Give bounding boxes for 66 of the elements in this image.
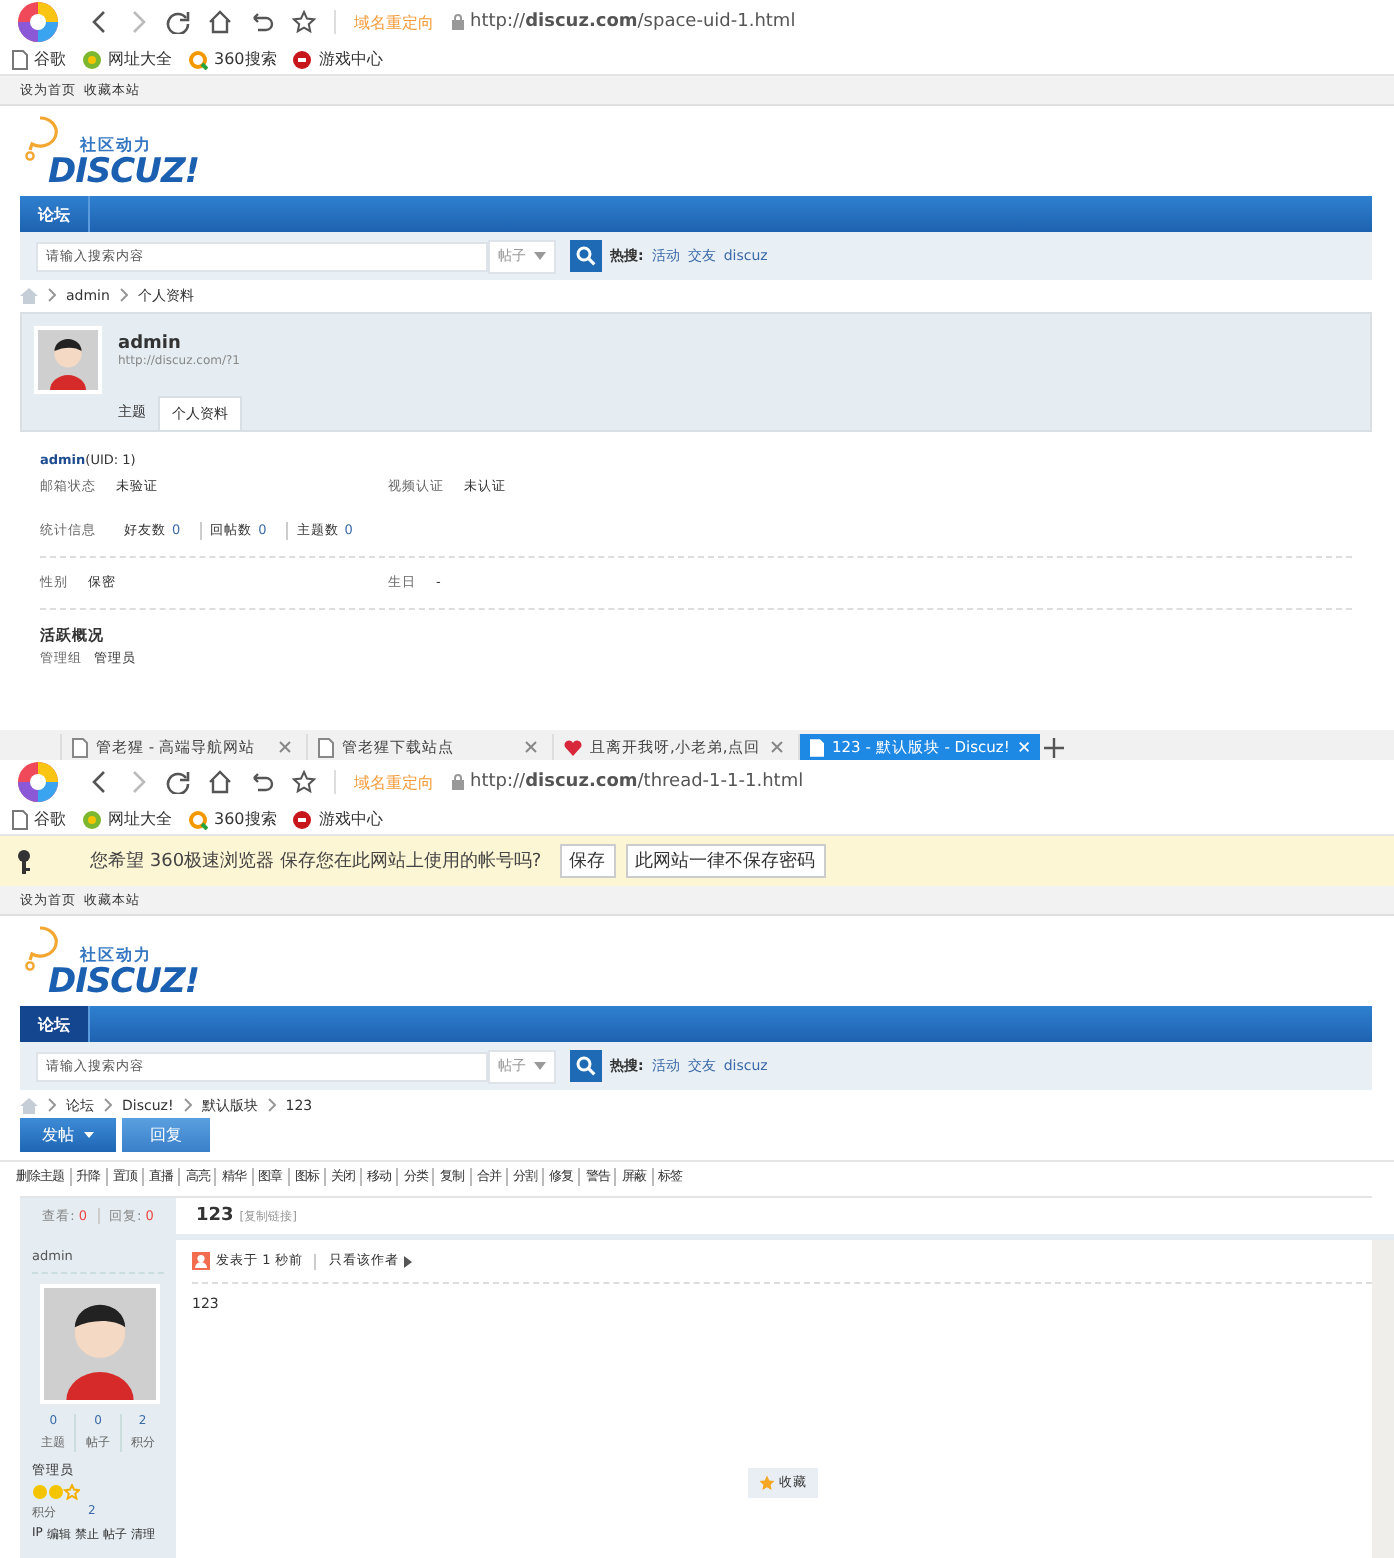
bookmark-link[interactable]: 谷歌: [34, 808, 66, 830]
logo-wordmark: DISCUZ!: [48, 966, 200, 998]
back-icon[interactable]: [90, 770, 110, 794]
page-icon: [12, 809, 28, 829]
password-prompt-message: 您希望 360极速浏览器 保存您在此网站上使用的帐号吗?: [90, 849, 542, 874]
page-icon: [12, 49, 28, 69]
thread-title: 123: [196, 1206, 234, 1226]
chevron-icon: [104, 1098, 112, 1112]
prompt-button[interactable]: 此网站一律不保存密码: [625, 844, 826, 878]
avatar-silhouette-icon: [44, 1288, 156, 1400]
prompt-button[interactable]: 保存: [559, 844, 616, 878]
bookmark-link[interactable]: 游戏中心: [318, 808, 383, 830]
caret-icon: [534, 252, 546, 260]
close-icon[interactable]: [278, 740, 292, 754]
new-tab-icon[interactable]: [1044, 737, 1064, 757]
chevron-icon: [48, 288, 56, 302]
nav-tab[interactable]: 论坛: [20, 1006, 90, 1042]
search-icon: [576, 246, 596, 266]
star-icon[interactable]: [292, 770, 316, 794]
browser-logo-icon[interactable]: [16, 0, 60, 44]
chevron-icon: [48, 1098, 56, 1112]
author-icon: [192, 1252, 210, 1270]
undo-icon[interactable]: [250, 770, 274, 794]
search-button[interactable]: [570, 1050, 602, 1082]
undo-icon[interactable]: [250, 10, 274, 34]
redirect-label: 域名重定向: [354, 11, 434, 33]
home-icon[interactable]: [208, 770, 232, 794]
address-field[interactable]: http://discuz.com/thread-1-1-1.html: [470, 772, 804, 792]
bookmark-link[interactable]: 360搜索: [214, 808, 277, 830]
browser-logo-icon[interactable]: [16, 760, 60, 804]
logo-tagline: 社区动力: [80, 134, 154, 156]
heart-icon: [564, 739, 582, 755]
close-icon[interactable]: [524, 740, 538, 754]
arrow-icon: [404, 1255, 413, 1267]
scrollbar[interactable]: [1372, 1240, 1394, 1558]
lock-icon: [452, 14, 464, 30]
search-icon: [576, 1056, 596, 1076]
logo-tagline: 社区动力: [80, 944, 154, 966]
logo-wordmark: DISCUZ!: [48, 156, 200, 188]
star-icon: [757, 1474, 775, 1492]
star-icon[interactable]: [292, 10, 316, 34]
chevron-icon: [267, 1098, 276, 1112]
rank-icon: [32, 1484, 80, 1500]
search-icon: [188, 809, 208, 829]
avatar-silhouette-icon: [38, 330, 98, 390]
reload-icon[interactable]: [166, 770, 190, 794]
redirect-label: 域名重定向: [354, 771, 434, 793]
search-icon: [188, 49, 208, 69]
bookmark-link[interactable]: 游戏中心: [318, 48, 383, 70]
bookmark-link[interactable]: 网址大全: [108, 48, 172, 70]
bookmark-link[interactable]: 网址大全: [108, 808, 172, 830]
chevron-icon: [183, 1098, 192, 1112]
search-button[interactable]: [570, 240, 602, 272]
home-icon[interactable]: [208, 10, 232, 34]
reload-icon[interactable]: [166, 10, 190, 34]
back-icon[interactable]: [90, 10, 110, 34]
bookmark-link[interactable]: 360搜索: [214, 48, 277, 70]
bookmark-link[interactable]: 谷歌: [34, 48, 66, 70]
caret-icon: [534, 1062, 546, 1070]
key-icon: [16, 849, 32, 873]
close-icon[interactable]: [770, 740, 784, 754]
user-name: admin: [118, 334, 183, 354]
lock-icon: [452, 774, 464, 790]
action-button[interactable]: 发帖: [20, 1118, 116, 1152]
chevron-icon: [119, 288, 128, 302]
address-field[interactable]: http://discuz.com/space-uid-1.html: [470, 12, 796, 32]
